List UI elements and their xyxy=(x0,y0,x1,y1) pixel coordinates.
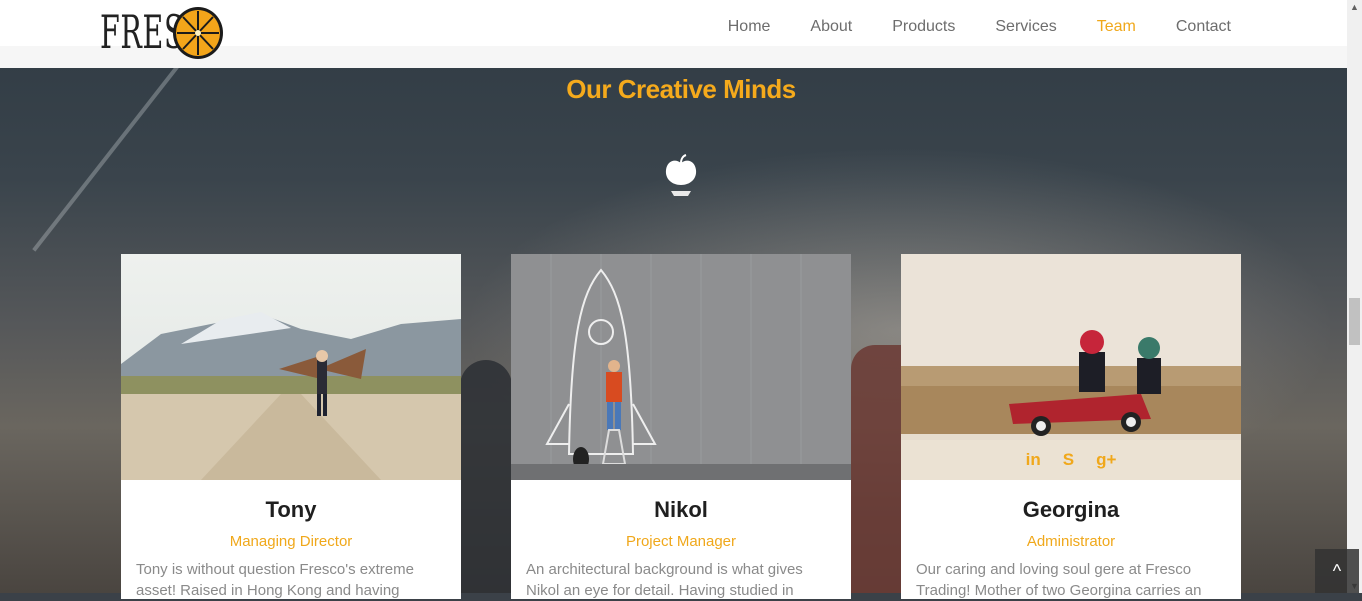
logo-wordmark: FRESC xyxy=(100,5,207,59)
background-figure-left xyxy=(460,360,512,593)
site-logo[interactable]: FRESC xyxy=(100,2,223,62)
team-card-tony: Tony Managing Director Tony is without q… xyxy=(121,254,461,599)
linkedin-icon[interactable]: in xyxy=(1026,450,1041,470)
main-nav: Home About Products Services Team Contac… xyxy=(728,18,1231,36)
team-photo-tony xyxy=(121,254,461,480)
member-role: Administrator xyxy=(1026,533,1116,550)
site-header: FRESC Home About Products Services Team … xyxy=(0,0,1347,68)
nav-team[interactable]: Team xyxy=(1097,18,1136,36)
section-title: Our Creative Minds xyxy=(566,74,796,104)
member-name: Georgina xyxy=(1022,497,1120,522)
member-role: Project Manager xyxy=(625,533,737,550)
member-bio: Tony is without question Fresco's extrem… xyxy=(136,561,414,599)
member-bio: An architectural background is what give… xyxy=(526,561,803,599)
member-name: Tony xyxy=(265,497,317,522)
nav-products[interactable]: Products xyxy=(892,18,955,36)
nav-contact[interactable]: Contact xyxy=(1176,18,1231,36)
chevron-up-icon: ^ xyxy=(1332,561,1342,581)
social-links: in S g+ xyxy=(901,440,1241,480)
background-figure-right xyxy=(851,345,901,593)
member-bio: Our caring and loving soul gere at Fresc… xyxy=(916,561,1202,599)
orange-slice-icon xyxy=(173,7,223,59)
google-plus-icon[interactable]: g+ xyxy=(1096,450,1116,470)
page-scrollbar[interactable]: ▲ ▼ xyxy=(1347,0,1362,593)
member-role: Managing Director xyxy=(229,533,353,550)
nav-home[interactable]: Home xyxy=(728,18,771,36)
nav-about[interactable]: About xyxy=(810,18,852,36)
team-card-georgina: in S g+ Georgina Administrator Our carin… xyxy=(901,254,1241,599)
skype-icon[interactable]: S xyxy=(1063,450,1074,470)
member-name: Nikol xyxy=(654,497,708,522)
team-photo-nikol xyxy=(511,254,851,480)
scroll-to-top-button[interactable]: ^ xyxy=(1315,549,1359,593)
scrollbar-thumb[interactable] xyxy=(1349,298,1360,345)
team-card-nikol: Nikol Project Manager An architectural b… xyxy=(511,254,851,599)
scroll-up-arrow-icon[interactable]: ▲ xyxy=(1347,0,1362,14)
nav-services[interactable]: Services xyxy=(995,18,1056,36)
apple-icon xyxy=(665,154,697,196)
